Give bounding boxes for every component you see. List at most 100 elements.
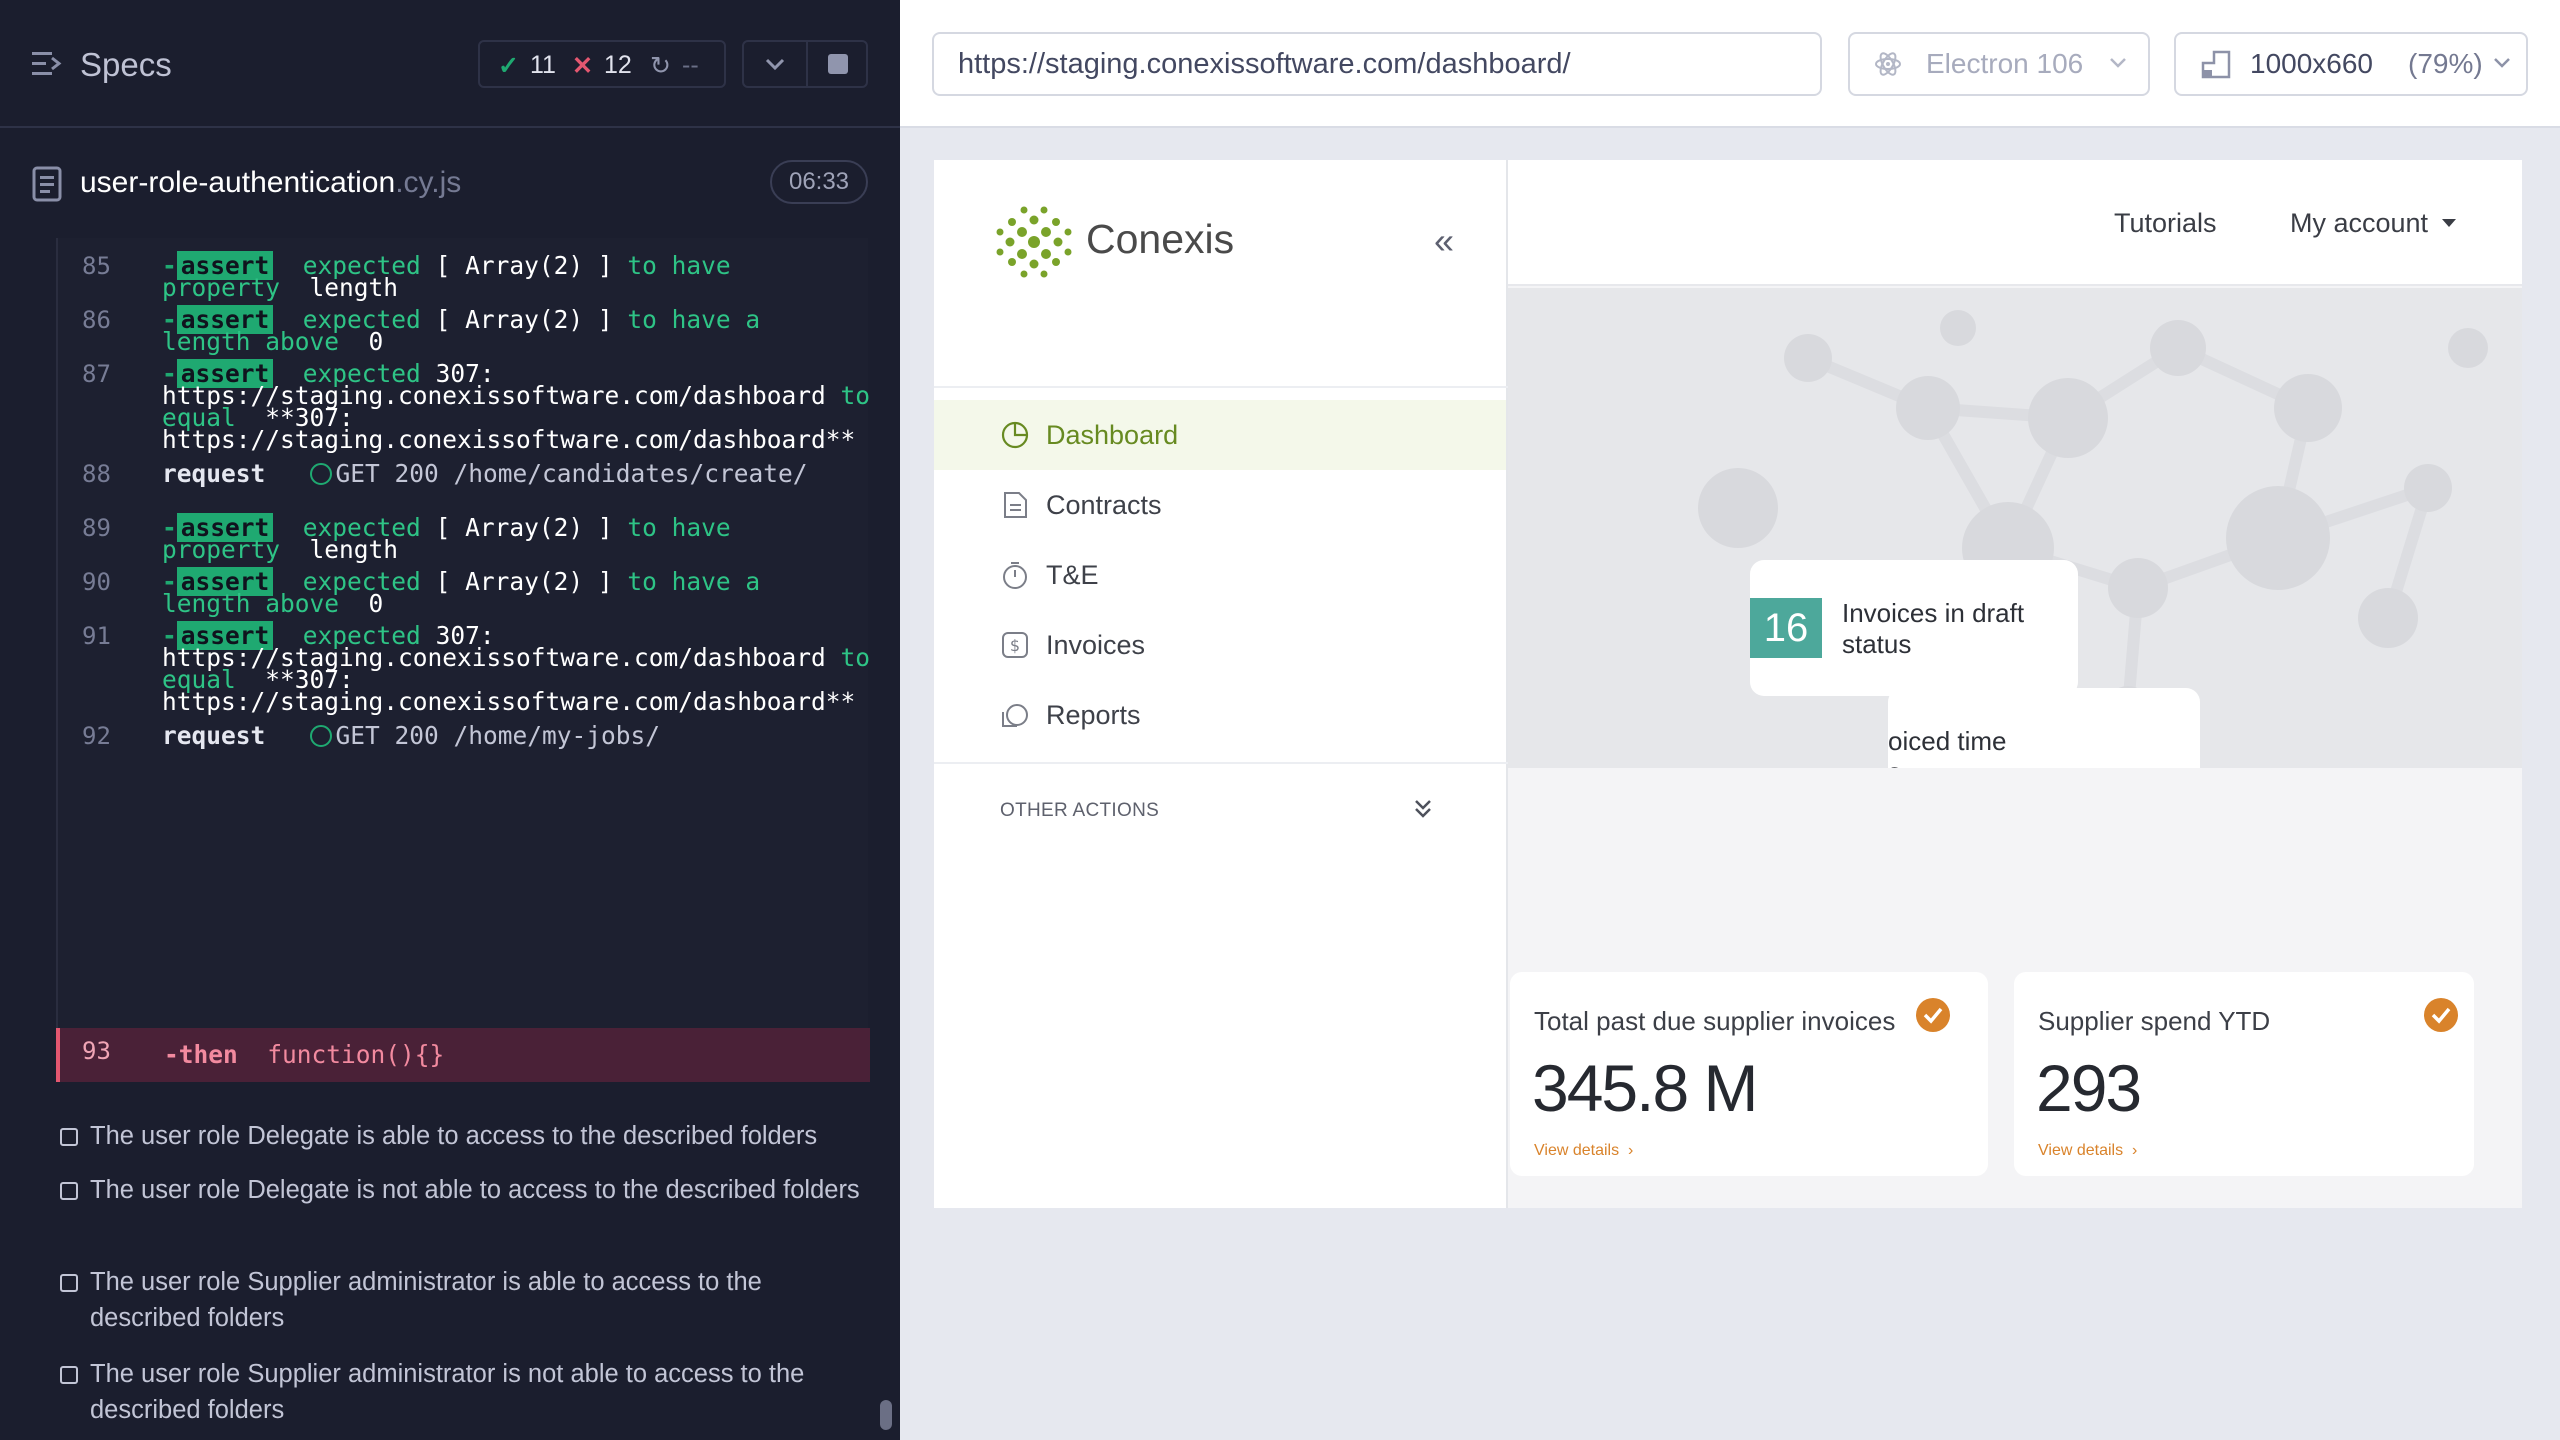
viewport-zoom: (79%) xyxy=(2408,48,2483,79)
stopwatch-icon xyxy=(1003,562,1027,589)
nav-item-dashboard[interactable]: Dashboard xyxy=(934,400,1506,470)
line-number: 92 xyxy=(82,722,111,750)
value-text: [ Array(2) ] xyxy=(435,513,613,542)
x-icon: ✕ xyxy=(572,52,593,80)
passed-count: 11 xyxy=(530,51,556,79)
hero-banner: oiced times xyxy=(1508,288,2522,768)
line-number: 88 xyxy=(82,460,111,488)
test-status-icon xyxy=(60,1366,78,1384)
divider xyxy=(934,762,1508,764)
nav-label: T&E xyxy=(1046,560,1099,590)
then-command: -then xyxy=(164,1040,238,1069)
uninvoiced-time-tile[interactable]: oiced times xyxy=(1888,688,2200,768)
cypress-reporter-panel: Specs ✓ 11 ✕ 12 ↻ -- user-role-authentic… xyxy=(0,0,900,1440)
link-label: View details xyxy=(1534,1142,1620,1159)
viewport-selector[interactable]: 1000x660 (79%) xyxy=(2174,32,2528,96)
other-actions-label[interactable]: OTHER ACTIONS xyxy=(1000,800,1159,822)
request-detail: GET 200 /home/my-jobs/ xyxy=(335,721,661,750)
value-text: 0 xyxy=(368,589,384,618)
divider xyxy=(934,386,1508,388)
ruler-icon xyxy=(2201,50,2231,79)
nav-label: Reports xyxy=(1046,700,1141,730)
command-log-entry-failed[interactable]: 93 -then function(){} xyxy=(56,1028,870,1082)
app-under-test: Tutorials My account oiced time 16 Invoi… xyxy=(934,160,2522,1208)
spec-file-basename: user-role-authentication xyxy=(80,166,396,199)
spec-file-row: user-role-authentication.cy.js 06:33 xyxy=(0,150,900,220)
failed-count: 12 xyxy=(604,51,632,79)
tutorials-link[interactable]: Tutorials xyxy=(2114,208,2217,239)
nav-label: Dashboard xyxy=(1046,420,1179,450)
file-icon xyxy=(32,166,62,202)
draft-invoices-tile[interactable]: 16 Invoices in draft status xyxy=(1750,560,2078,696)
tile-label: Invoices in draft status xyxy=(1842,598,2025,659)
spec-duration: 06:33 xyxy=(770,160,868,204)
value-text: [ Array(2) ] xyxy=(435,567,613,596)
test-status-icon xyxy=(60,1182,78,1200)
spinner-icon: ↻ xyxy=(650,52,671,80)
matcher-text: to have a xyxy=(627,305,761,334)
matcher-text: to xyxy=(840,381,871,410)
line-number: 86 xyxy=(82,306,111,334)
nav-item-contracts[interactable]: Contracts xyxy=(934,470,1506,540)
electron-icon xyxy=(1875,52,1901,76)
line-number: 91 xyxy=(82,622,111,650)
matcher-text: length above xyxy=(162,589,340,618)
browser-selector[interactable]: Electron 106 xyxy=(1848,32,2150,96)
nav-item-te[interactable]: T&E xyxy=(934,540,1506,610)
value-text: 0 xyxy=(368,327,384,356)
matcher-text: length above xyxy=(162,327,340,356)
scrollbar[interactable] xyxy=(880,1400,892,1430)
matcher-text: to have xyxy=(627,251,731,280)
kpi-card-supplier-spend[interactable]: Supplier spend YTD 293 View details › xyxy=(2014,972,2474,1176)
browser-toolbar: https://staging.conexissoftware.com/dash… xyxy=(900,0,2560,128)
reporter-header: Specs ✓ 11 ✕ 12 ↻ -- xyxy=(0,0,900,128)
nav-item-reports[interactable]: Reports xyxy=(934,680,1506,750)
value-text: length xyxy=(309,273,399,302)
reports-icon xyxy=(1002,704,1028,727)
matcher-text: to have a xyxy=(627,567,761,596)
check-circle-icon xyxy=(2424,998,2458,1032)
value-text: [ Array(2) ] xyxy=(435,305,613,334)
spec-file-extension: .cy.js xyxy=(395,166,462,199)
line-number: 85 xyxy=(82,252,111,280)
nav-item-invoices[interactable]: $ Invoices xyxy=(934,610,1506,680)
double-chevron-down-icon[interactable] xyxy=(1412,796,1434,822)
view-details-link[interactable]: View details › xyxy=(2038,1142,2137,1160)
kpi-card-past-due[interactable]: Total past due supplier invoices 345.8 M… xyxy=(1510,972,1988,1176)
pending-count: -- xyxy=(682,51,699,79)
collapse-sidebar-button[interactable]: « xyxy=(1434,223,1454,259)
check-circle-icon xyxy=(1916,998,1950,1032)
view-details-link[interactable]: View details › xyxy=(1534,1142,1633,1160)
matcher-text: property xyxy=(162,535,281,564)
my-account-menu[interactable]: My account xyxy=(2290,208,2457,239)
test-status-icon xyxy=(60,1128,78,1146)
status-circle-icon xyxy=(309,725,332,747)
specs-list-icon[interactable] xyxy=(32,50,64,78)
request-detail: GET 200 /home/candidates/create/ xyxy=(335,459,808,488)
specs-title[interactable]: Specs xyxy=(80,46,172,84)
stop-button[interactable] xyxy=(808,42,868,86)
check-icon: ✓ xyxy=(498,52,519,80)
kpi-value: 345.8 M xyxy=(1532,1051,1758,1125)
line-number: 89 xyxy=(82,514,111,542)
request-label: request xyxy=(162,459,266,488)
auto-scroll-button[interactable] xyxy=(744,42,806,86)
conexis-logo-text: Conexis xyxy=(1086,216,1235,262)
then-argument: function(){} xyxy=(267,1040,445,1069)
test-title: The user role Supplier administrator is … xyxy=(90,1268,762,1332)
browser-panel: https://staging.conexissoftware.com/dash… xyxy=(900,0,2560,1440)
document-icon xyxy=(1004,492,1027,518)
spec-file-name[interactable]: user-role-authentication.cy.js xyxy=(80,166,461,200)
kpi-title: Total past due supplier invoices xyxy=(1534,1006,1896,1036)
test-title: The user role Delegate is able to access… xyxy=(90,1122,818,1150)
request-label: request xyxy=(162,721,266,750)
command-log: 85 - assert expected [ Array(2) ] to have… xyxy=(56,238,871,1082)
link-label: View details xyxy=(2038,1142,2124,1159)
caret-down-icon xyxy=(2442,219,2457,227)
url-field[interactable]: https://staging.conexissoftware.com/dash… xyxy=(932,32,1822,96)
test-status-icon xyxy=(60,1274,78,1292)
chevron-down-icon xyxy=(2494,58,2510,68)
kpi-value: 293 xyxy=(2036,1051,2142,1125)
value-text: [ Array(2) ] xyxy=(435,251,613,280)
tile-label-line: s xyxy=(1888,757,1901,768)
